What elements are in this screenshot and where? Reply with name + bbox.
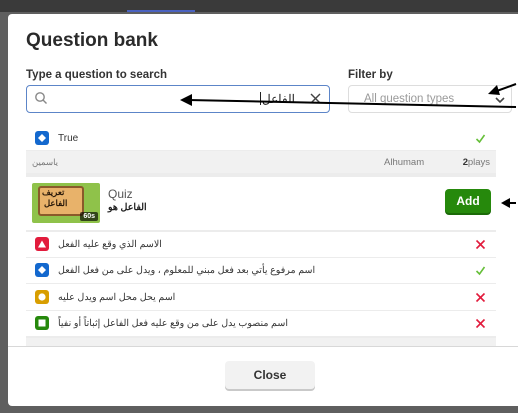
- answer-row: اسم منصوب يدل على من وقع عليه فعل الفاعل…: [26, 311, 496, 336]
- cross-icon: [475, 292, 486, 303]
- answer-text: اسم منصوب يدل على من وقع عليه فعل الفاعل…: [58, 318, 288, 329]
- modal-title: Question bank: [26, 30, 158, 51]
- diamond-icon: [35, 131, 49, 145]
- chevron-down-icon: [495, 97, 505, 104]
- filter-label: Filter by: [348, 69, 393, 81]
- filter-select[interactable]: All question types: [348, 85, 512, 113]
- results-list[interactable]: True ياسمين Alhumam 2 plays تعريف الفاعل…: [26, 126, 496, 346]
- square-icon: [35, 316, 49, 330]
- answer-text: True: [58, 133, 79, 144]
- question-thumbnail: تعريف الفاعل 60s: [32, 183, 100, 223]
- search-input[interactable]: الفاعل: [26, 85, 330, 113]
- search-label: Type a question to search: [26, 69, 168, 81]
- check-icon: [475, 266, 486, 276]
- add-button[interactable]: Add: [445, 189, 491, 213]
- answer-text: الاسم الذي وقع عليه الفعل: [58, 239, 162, 250]
- author-name: Alhumam: [384, 157, 425, 168]
- circle-icon: [35, 290, 49, 304]
- question-title: الفاعل هو: [108, 202, 147, 213]
- kahoot-title: ياسمين: [32, 157, 59, 167]
- active-tab-indicator: [127, 10, 195, 12]
- answer-row: اسم يحل محل اسم ويدل عليه: [26, 284, 496, 310]
- quiz-question-card: تعريف الفاعل 60s Quiz الفاعل هو Add: [26, 177, 496, 230]
- answer-text: اسم مرفوع يأتي بعد فعل مبني للمعلوم ، وي…: [58, 265, 316, 276]
- footer-divider: [8, 346, 518, 347]
- browser-top-strip: [0, 0, 518, 12]
- answer-row: الاسم الذي وقع عليه الفعل: [26, 232, 496, 257]
- answer-row: True: [26, 126, 496, 150]
- thumbnail-text-1: تعريف: [42, 187, 65, 197]
- time-limit-badge: 60s: [80, 212, 98, 221]
- search-icon: [35, 92, 47, 104]
- plays-unit: plays: [467, 157, 490, 168]
- diamond-icon: [35, 263, 49, 277]
- cross-icon: [475, 239, 486, 250]
- answer-row: اسم مرفوع يأتي بعد فعل مبني للمعلوم ، وي…: [26, 258, 496, 283]
- answer-text: اسم يحل محل اسم ويدل عليه: [58, 292, 176, 303]
- triangle-icon: [35, 237, 49, 251]
- thumbnail-text-2: الفاعل: [44, 198, 68, 208]
- next-meta-row: [26, 338, 496, 346]
- kahoot-meta-row: ياسمين Alhumam 2 plays: [26, 151, 496, 173]
- clear-icon[interactable]: [309, 92, 322, 105]
- check-icon: [475, 134, 486, 144]
- search-input-value: الفاعل: [262, 92, 295, 106]
- close-button[interactable]: Close: [225, 361, 315, 389]
- question-type-label: Quiz: [108, 187, 133, 201]
- question-bank-modal: Question bank Type a question to search …: [8, 14, 518, 406]
- filter-placeholder: All question types: [364, 93, 455, 105]
- cross-icon: [475, 318, 486, 329]
